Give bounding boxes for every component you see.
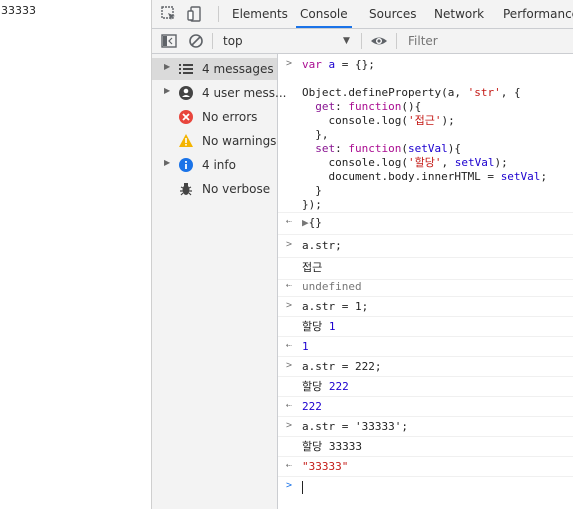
console-output: > var a = {}; Object.defineProperty(a, '… <box>278 54 573 509</box>
devtools-panel: Elements Console Sources Network Perform… <box>151 0 573 509</box>
tab-console[interactable]: Console <box>296 0 352 28</box>
console-result-entry: ⇠ "33333" <box>278 456 573 477</box>
object-expand-toggle[interactable]: ▶{} <box>302 216 322 230</box>
input-prompt-icon: > <box>286 300 293 311</box>
input-prompt-icon: > <box>286 239 293 250</box>
clear-console-icon[interactable] <box>187 32 205 50</box>
sidebar-item-label: 4 user mess... <box>202 86 287 100</box>
toolbar-divider <box>218 6 219 22</box>
device-toolbar-icon[interactable] <box>186 5 204 23</box>
context-label: top <box>223 34 243 48</box>
expand-arrow-icon[interactable]: ▶ <box>164 158 170 167</box>
console-log-entry: 할당 1 <box>278 316 573 337</box>
console-log-entry: 할당 222 <box>278 376 573 397</box>
info-icon <box>179 158 193 172</box>
entry-text: a.str = '33333'; <box>302 420 408 433</box>
console-sidebar: ▶ 4 messages ▶ 4 user mess... No errors <box>152 54 286 509</box>
console-input-entry: > a.str = '33333'; <box>278 416 573 437</box>
sidebar-item-warnings[interactable]: No warnings <box>152 130 277 152</box>
console-prompt[interactable]: > <box>278 476 573 498</box>
filter-input[interactable] <box>404 32 573 50</box>
text-caret <box>302 480 303 494</box>
entry-text: undefined <box>302 280 362 293</box>
console-log-entry: 할당 33333 <box>278 436 573 457</box>
result-object: {} <box>308 216 322 229</box>
sidebar-item-label: No warnings <box>202 134 277 148</box>
sidebar-item-label: No verbose <box>202 182 271 196</box>
warning-icon <box>179 134 193 147</box>
console-input-entry: > a.str = 1; <box>278 296 573 317</box>
result-arrow-icon: ⇠ <box>286 400 293 411</box>
console-result-entry: ⇠ 1 <box>278 336 573 357</box>
sidebar-item-info[interactable]: ▶ 4 info <box>152 154 277 176</box>
dropdown-arrow-icon[interactable]: ▼ <box>343 29 350 53</box>
input-prompt-icon: > <box>286 420 293 431</box>
console-result-entry: ⇠ 222 <box>278 396 573 417</box>
page-body-text: 33333 <box>1 4 36 17</box>
console-result-entry[interactable]: ⇠ ▶{} <box>278 212 573 235</box>
input-prompt-icon: > <box>286 58 293 69</box>
sidebar-item-user-messages[interactable]: ▶ 4 user mess... <box>152 82 286 104</box>
code-block: var a = {}; Object.defineProperty(a, 'st… <box>302 58 548 211</box>
tab-elements[interactable]: Elements <box>232 0 288 28</box>
entry-text: 1 <box>302 340 309 353</box>
prompt-chevron-icon: > <box>286 480 293 491</box>
console-input-entry: > var a = {}; Object.defineProperty(a, '… <box>278 54 573 213</box>
sidebar-toggle-icon[interactable] <box>160 32 178 50</box>
error-icon <box>179 110 193 124</box>
entry-text: 222 <box>302 400 322 413</box>
tab-sources[interactable]: Sources <box>369 0 416 28</box>
tab-network[interactable]: Network <box>434 0 484 28</box>
expand-arrow-icon[interactable]: ▶ <box>164 86 170 95</box>
console-input-field[interactable] <box>302 480 303 494</box>
console-result-entry: ⇠ undefined <box>278 276 573 297</box>
sidebar-item-label: 4 info <box>202 158 236 172</box>
entry-value: 222 <box>328 380 349 393</box>
toolbar-divider <box>396 33 397 49</box>
context-selector[interactable]: top <box>218 29 358 53</box>
entry-value: 33333 <box>328 440 362 453</box>
entry-text: 접근 <box>302 261 323 274</box>
sidebar-item-label: No errors <box>202 110 258 124</box>
console-input-entry: > a.str = 222; <box>278 356 573 377</box>
entry-text: "33333" <box>302 460 349 473</box>
entry-text: a.str = 1; <box>302 300 369 313</box>
entry-text: 할당 <box>302 380 323 393</box>
list-icon <box>179 64 193 74</box>
entry-value: 1 <box>328 320 336 333</box>
entry-text: a.str; <box>302 239 342 252</box>
sidebar-item-label: 4 messages <box>202 62 274 76</box>
sidebar-item-errors[interactable]: No errors <box>152 106 277 128</box>
result-arrow-icon: ⇠ <box>286 460 293 471</box>
entry-text: a.str = 222; <box>302 360 382 373</box>
entry-text: 할당 <box>302 320 323 333</box>
result-arrow-icon: ⇠ <box>286 280 293 291</box>
console-input-entry: > a.str; <box>278 235 573 258</box>
bug-icon <box>180 183 192 196</box>
toolbar-divider <box>212 33 213 49</box>
sidebar-item-verbose[interactable]: No verbose <box>152 178 277 200</box>
user-icon <box>179 86 193 100</box>
live-expression-eye-icon[interactable] <box>370 32 388 50</box>
toolbar-divider <box>361 33 362 49</box>
console-toolbar: top ▼ <box>152 29 573 54</box>
expand-arrow-icon[interactable]: ▶ <box>164 62 170 71</box>
entry-text: 할당 <box>302 440 323 453</box>
inspect-element-icon[interactable] <box>160 5 178 23</box>
sidebar-item-messages[interactable]: ▶ 4 messages <box>152 58 277 80</box>
devtools-tabbar: Elements Console Sources Network Perform… <box>152 0 573 29</box>
input-prompt-icon: > <box>286 360 293 371</box>
result-arrow-icon: ⇠ <box>286 340 293 351</box>
result-arrow-icon: ⇠ <box>286 216 293 227</box>
tab-performance[interactable]: Performance <box>503 0 573 28</box>
